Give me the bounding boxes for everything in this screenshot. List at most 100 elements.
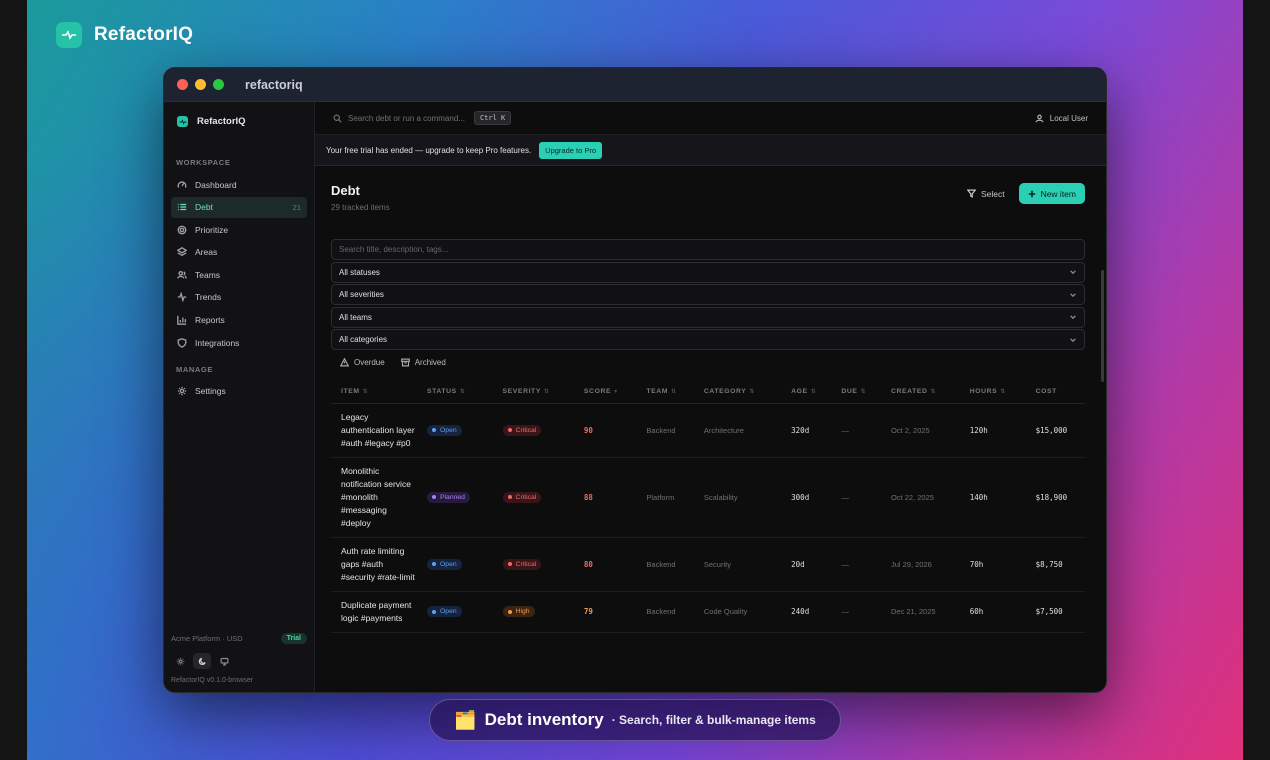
select-button[interactable]: Select [966,189,1005,199]
sidebar-brand[interactable]: RefactorIQ [164,102,314,141]
theme-switcher [171,653,307,669]
column-header[interactable]: CREATED ⇅ [880,387,960,404]
sort-desc-icon: ▾ [614,388,618,395]
sidebar-item-dashboard[interactable]: Dashboard [171,174,307,195]
chevron-down-icon [1070,337,1076,342]
table-row[interactable]: Monolithic notification service #monolit… [331,457,1085,538]
age-value: 20d [781,537,832,592]
main-panel: Search debt or run a command... Ctrl K L… [315,102,1106,692]
minimize-window-button[interactable] [195,79,206,90]
sidebar-item-trends[interactable]: Trends [171,287,307,308]
item-title: Legacy authentication layer #auth #legac… [331,403,417,458]
overdue-toggle[interactable]: Overdue [340,357,385,367]
sort-icon: ⇅ [810,388,817,395]
filter-toggles: Overdue Archived [331,352,1085,373]
status-filter-select[interactable]: All statuses [331,261,1085,283]
sidebar-item-debt[interactable]: Debt 21 [171,196,307,218]
column-header[interactable]: AGE ⇅ [781,387,832,404]
new-item-label: New item [1040,188,1076,199]
folder-icon: 🗂️ [454,709,477,730]
brand-header: RefactorIQ [56,22,193,48]
status-filter-value: All statuses [339,267,380,277]
created-value: Oct 2, 2025 [880,403,960,458]
sidebar-item-label: Trends [195,292,222,303]
cost-value: $18,900 [1025,457,1085,538]
table-row[interactable]: Auth rate limiting gaps #auth #security … [331,537,1085,592]
due-value: — [831,591,881,633]
sidebar-item-reports[interactable]: Reports [171,310,307,331]
archived-label: Archived [414,357,446,367]
column-header[interactable]: TEAM ⇅ [636,387,694,404]
debt-count-badge: 21 [292,202,301,212]
sidebar-item-areas[interactable]: Areas [171,242,307,263]
debt-search-input[interactable]: Search title, description, tags... [331,239,1085,260]
sidebar-item-prioritize[interactable]: Prioritize [171,219,307,240]
category-filter-select[interactable]: All categories [331,329,1085,350]
column-header[interactable]: ITEM ⇅ [331,387,417,404]
section-workspace: WORKSPACE [176,158,231,167]
monitor-icon [220,657,228,665]
score-value: 88 [573,457,637,538]
column-header[interactable]: COST [1025,387,1085,404]
hours-value: 140h [959,457,1026,538]
sort-icon: ⇅ [459,388,466,395]
due-value: — [831,537,881,592]
table-row[interactable]: Duplicate payment logic #payments Open H… [331,591,1085,633]
system-theme-button[interactable] [215,653,233,669]
status-badge: Planned [427,491,470,503]
status-badge: Open [427,606,462,617]
sidebar-item-settings[interactable]: Settings [171,381,307,402]
sidebar-item-label: Teams [195,269,221,280]
category-value: Architecture [693,403,782,458]
archive-icon [400,358,410,366]
title-bar: refactoriq [164,68,1106,102]
archived-toggle[interactable]: Archived [400,357,446,367]
new-item-button[interactable]: New item [1018,183,1085,204]
score-value: 79 [573,591,637,633]
sidebar-item-integrations[interactable]: Integrations [171,332,307,353]
search-icon [333,114,342,123]
table-header-row: ITEM ⇅ STATUS ⇅ SEVERITY ⇅ SCORE ▾ TEAM ⇅ CAT… [331,387,1085,404]
upgrade-button[interactable]: Upgrade to Pro [539,141,603,159]
page-header: Debt 29 tracked items Select New item [331,167,1085,212]
org-info: Acme Platform · USD Trial [171,633,307,653]
chevron-down-icon [1070,270,1076,275]
maximize-window-button[interactable] [213,79,224,90]
shield-icon [177,337,187,348]
moon-icon [198,657,206,665]
column-header[interactable]: CATEGORY ⇅ [693,387,782,404]
activity-icon [177,292,187,303]
light-theme-button[interactable] [171,653,189,669]
content-scrollbar[interactable] [1101,270,1104,382]
column-header[interactable]: SEVERITY ⇅ [492,387,574,404]
page-title: Debt [331,183,360,198]
sidebar-item-label: Reports [195,315,225,326]
user-name: Local User [1049,113,1088,123]
dark-theme-button[interactable] [193,653,211,669]
team-value: Platform [636,457,694,538]
column-header[interactable]: SCORE ▾ [573,387,637,404]
severity-badge: Critical [502,491,542,503]
team-value: Backend [636,591,694,633]
user-menu[interactable]: Local User [1035,114,1088,123]
target-icon [177,225,187,235]
severity-badge: Critical [502,424,542,436]
debt-page: Debt 29 tracked items Select New item Se… [315,167,1106,692]
column-header[interactable]: HOURS ⇅ [959,387,1026,404]
team-filter-select[interactable]: All teams [331,306,1085,328]
filter-panel: Search title, description, tags... All s… [331,239,1085,373]
chevron-down-icon [1070,292,1076,297]
severity-filter-select[interactable]: All severities [331,284,1085,305]
sidebar-item-teams[interactable]: Teams [171,264,307,285]
created-value: Dec 21, 2025 [880,591,960,633]
close-window-button[interactable] [177,79,188,90]
created-value: Oct 22, 2025 [880,457,960,538]
list-icon [177,203,187,211]
category-value: Scalability [693,457,782,538]
column-header[interactable]: DUE ⇅ [831,387,881,404]
chevron-down-icon [1070,315,1076,320]
command-search[interactable]: Search debt or run a command... Ctrl K [333,111,512,125]
sidebar-item-label: Prioritize [195,224,229,235]
column-header[interactable]: STATUS ⇅ [417,387,493,404]
table-row[interactable]: Legacy authentication layer #auth #legac… [331,403,1085,458]
